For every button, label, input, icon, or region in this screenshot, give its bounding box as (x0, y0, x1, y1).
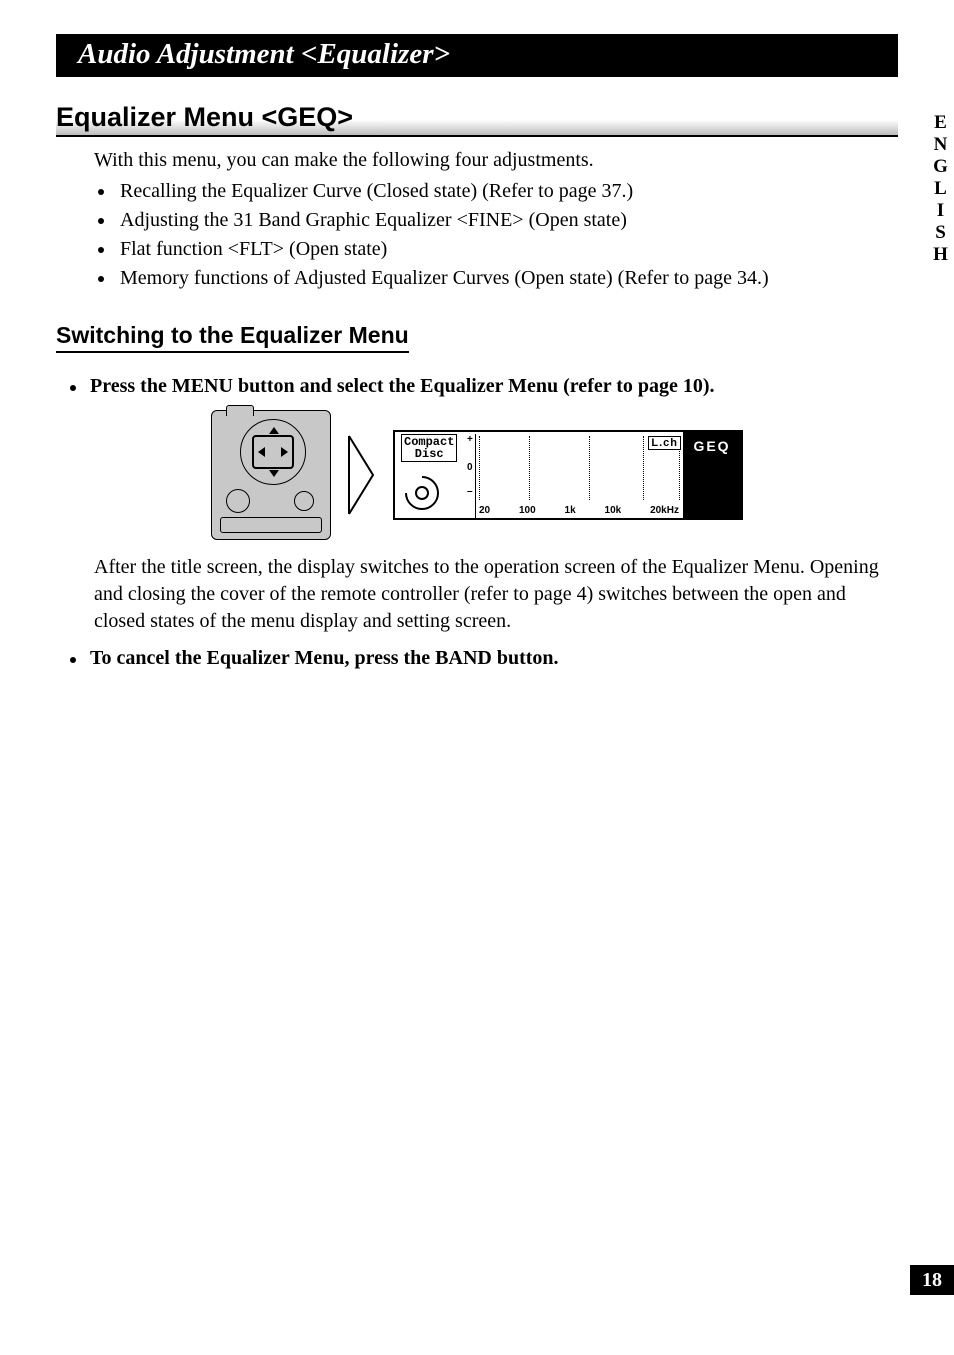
language-tab: ENGLISH (929, 112, 951, 266)
step-2: To cancel the Equalizer Menu, press the … (70, 647, 898, 670)
lcd-y-zero: 0 (467, 462, 473, 473)
remote-controller-illustration (211, 410, 331, 540)
dpad-icon (240, 419, 306, 485)
subsection-heading: Switching to the Equalizer Menu (56, 322, 409, 353)
remote-button-icon (226, 489, 250, 513)
figure-row: CompactDisc + 0 – 20 100 1k 10k 20kHz (56, 410, 898, 540)
remote-button-icon (294, 491, 314, 511)
step-2-text: To cancel the Equalizer Menu, press the … (90, 647, 559, 670)
step-1-text: Press the MENU button and select the Equ… (90, 375, 715, 398)
lcd-y-minus: – (467, 486, 473, 497)
list-item: Flat function <FLT> (Open state) (116, 236, 898, 263)
intro-text: With this menu, you can make the followi… (94, 147, 898, 174)
lcd-display-illustration: CompactDisc + 0 – 20 100 1k 10k 20kHz (393, 430, 743, 520)
lcd-channel-badge: L.ch (648, 436, 681, 450)
after-figure-text: After the title screen, the display swit… (94, 554, 898, 635)
bullet-icon (70, 657, 76, 663)
list-item: Memory functions of Adjusted Equalizer C… (116, 265, 898, 292)
lcd-y-plus: + (467, 434, 473, 445)
feature-list: Recalling the Equalizer Curve (Closed st… (94, 178, 898, 292)
step-1: Press the MENU button and select the Equ… (70, 375, 898, 398)
remote-slot-icon (220, 517, 322, 533)
lcd-source-label: CompactDisc (401, 434, 457, 462)
arrow-right-icon (345, 430, 379, 520)
lcd-mode-label: GEQ (683, 432, 741, 454)
side-tab: ENGLISH (918, 96, 954, 1276)
lcd-x-axis: 20 100 1k 10k 20kHz (479, 505, 679, 516)
list-item: Recalling the Equalizer Curve (Closed st… (116, 178, 898, 205)
bullet-icon (70, 385, 76, 391)
section-heading-geq: Equalizer Menu <GEQ> (56, 101, 898, 137)
disc-icon (405, 476, 439, 510)
list-item: Adjusting the 31 Band Graphic Equalizer … (116, 207, 898, 234)
chapter-title: Audio Adjustment <Equalizer> (56, 34, 898, 77)
page-number: 18 (910, 1265, 954, 1295)
